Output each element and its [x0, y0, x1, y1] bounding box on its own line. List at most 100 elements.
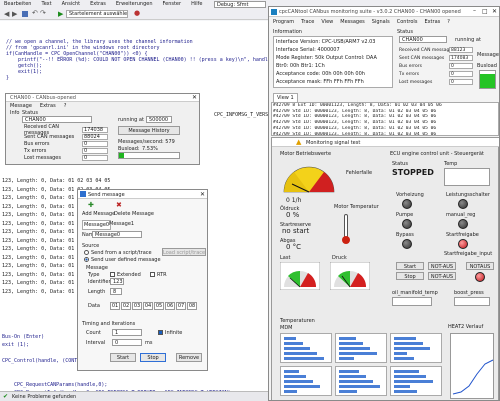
back-icon[interactable]: ◀ — [4, 10, 9, 18]
remove-button[interactable]: Remove — [176, 353, 202, 362]
sensor-2-label: boost_press — [454, 290, 484, 296]
monitor-menu-item[interactable]: Program — [273, 19, 294, 25]
channel-menu-item[interactable]: Message — [10, 103, 32, 109]
start-button[interactable]: Start — [110, 353, 136, 362]
stat-value: 174038 — [82, 126, 108, 133]
monitor-menu-item[interactable]: Messages — [340, 19, 365, 25]
temperature-bar — [339, 380, 373, 383]
data-byte-field[interactable]: 01 — [110, 302, 120, 310]
debug-icon[interactable]: ● — [134, 9, 140, 17]
startup-dropdown[interactable]: Startelement auswählen — [66, 10, 128, 18]
data-label: Data — [88, 303, 100, 309]
radio-script[interactable] — [84, 250, 89, 255]
count-field[interactable]: 1 — [112, 329, 142, 336]
motor-label: Motor Betriebswerte — [280, 151, 332, 157]
channel-window-titlebar: CHAN00 - CANbus-opened ✕ — [6, 94, 199, 102]
load-gauge — [280, 262, 320, 290]
ecu-stop-button[interactable]: Stop — [396, 272, 424, 280]
data-byte-field[interactable]: 07 — [176, 302, 186, 310]
ecu-notaus-button[interactable]: NOT-AUS — [428, 262, 456, 270]
timing-label: Timing and Iterations — [82, 321, 136, 327]
ide-search-box[interactable]: Debug: Sfmt — [214, 1, 266, 8]
monitor-menu-item[interactable]: Extras — [424, 19, 440, 25]
close-icon[interactable]: ✕ — [492, 8, 497, 15]
stat-value: 0 — [82, 147, 108, 154]
ide-menu-item[interactable]: Erweiterungen — [116, 1, 153, 7]
stop-button[interactable]: Stop — [140, 353, 166, 362]
close-icon[interactable]: ✕ — [200, 191, 205, 198]
sensor-1-label: oil_manifold_temp — [392, 290, 438, 296]
ecu-notaus3-button[interactable]: NOT-AUS — [428, 272, 456, 280]
temperature-bars — [280, 333, 445, 399]
identifier-field[interactable]: 123 — [110, 278, 124, 285]
ide-menu-item[interactable]: Text — [41, 1, 51, 7]
data-byte-field[interactable]: 08 — [187, 302, 197, 310]
channel-menu-item[interactable]: Extras — [40, 103, 56, 109]
data-byte-field[interactable]: 04 — [143, 302, 153, 310]
load-script-button[interactable]: Load script/trace — [162, 248, 206, 256]
stat-row: Sent CAN messages 88024 — [24, 133, 108, 140]
ide-menu-item[interactable]: Fenster — [163, 1, 182, 7]
extended-checkbox[interactable] — [110, 272, 115, 277]
ide-menu-item[interactable]: Hilfe — [191, 1, 202, 7]
stat-row: Bus errors 0 — [399, 62, 473, 70]
monitor-menu-item[interactable]: Controls — [397, 19, 418, 25]
add-message-button[interactable]: Add Message — [82, 211, 115, 217]
infinite-checkbox[interactable] — [158, 330, 163, 335]
monitor-menu-item[interactable]: ? — [447, 19, 450, 25]
add-message-icon[interactable]: ✚ — [88, 201, 94, 209]
ecu-notaus2-button[interactable]: NOTAUS — [466, 262, 494, 270]
length-field[interactable]: 8 — [110, 288, 122, 295]
ide-menu-item[interactable]: Bearbeiten — [4, 1, 31, 7]
undo-icon[interactable]: ↶ — [32, 9, 38, 17]
warning-icon: ▲ — [296, 138, 302, 146]
ecu-start-button[interactable]: Start — [396, 262, 424, 270]
monitor-menu-item[interactable]: Trace — [301, 19, 314, 25]
radio-user[interactable] — [84, 257, 89, 262]
stat-value: 174083 — [449, 55, 473, 61]
code-editor[interactable]: // we open a channel, the library uses t… — [0, 21, 280, 93]
delete-message-button[interactable]: Delete Message — [114, 211, 154, 217]
ide-menu-item[interactable]: Ansicht — [62, 1, 80, 7]
trace-line: #42709 Std ID: 00000123, Length: 8, Data… — [273, 125, 437, 131]
heat-curve-svg — [452, 359, 494, 395]
run-icon[interactable]: ▶ — [58, 10, 63, 18]
temperature-gauge — [390, 333, 442, 363]
tab-view-1[interactable]: View 1 — [273, 93, 298, 102]
code-line: CPC_RequestCANParams(handle,0); — [2, 382, 108, 388]
redo-icon[interactable]: ↷ — [40, 9, 46, 17]
motor-gauge — [283, 166, 335, 193]
delete-message-icon[interactable]: ✖ — [116, 201, 122, 209]
data-byte-field[interactable]: 06 — [165, 302, 175, 310]
infinite-label: Infinite — [165, 330, 183, 336]
trace-list[interactable]: #42709 8 Ext ID: 00001123, Length: 8, Da… — [271, 102, 499, 136]
tab-message1[interactable]: Message1 — [108, 220, 135, 228]
monitor-channel-field: CHAN00 — [399, 36, 447, 43]
startfreigabe-label: Startfreigabe — [446, 232, 479, 238]
interval-field[interactable]: 0 — [112, 339, 142, 346]
source-label: Source — [82, 243, 100, 249]
monitor-menu-item[interactable]: Signals — [372, 19, 390, 25]
temperature-bar — [394, 357, 414, 360]
thermometer-bulb-icon — [342, 236, 350, 244]
maximize-icon[interactable]: □ — [482, 8, 488, 15]
temperature-bar — [394, 375, 426, 378]
close-icon[interactable]: ✕ — [192, 94, 197, 101]
data-byte-field[interactable]: 05 — [154, 302, 164, 310]
rtr-checkbox[interactable] — [150, 272, 155, 277]
monitor-menu-item[interactable]: View — [321, 19, 333, 25]
data-byte-field[interactable]: 03 — [132, 302, 142, 310]
monitor-status-label: Status — [397, 29, 413, 35]
temp-box — [444, 168, 490, 186]
count-label: Count — [86, 330, 101, 336]
data-byte-field[interactable]: 02 — [121, 302, 131, 310]
save-icon[interactable] — [22, 11, 28, 17]
message-history-button[interactable]: Message History — [118, 126, 180, 135]
channel-menu-item[interactable]: ? — [64, 103, 67, 109]
minimize-icon[interactable]: – — [473, 7, 476, 14]
stat-row: Tx errors 0 — [399, 70, 473, 78]
tab-message0[interactable]: Message0 — [82, 220, 112, 230]
name-field[interactable]: Message0 — [92, 231, 142, 238]
forward-icon[interactable]: ▶ — [12, 10, 17, 18]
ide-menu-item[interactable]: Extras — [90, 1, 106, 7]
